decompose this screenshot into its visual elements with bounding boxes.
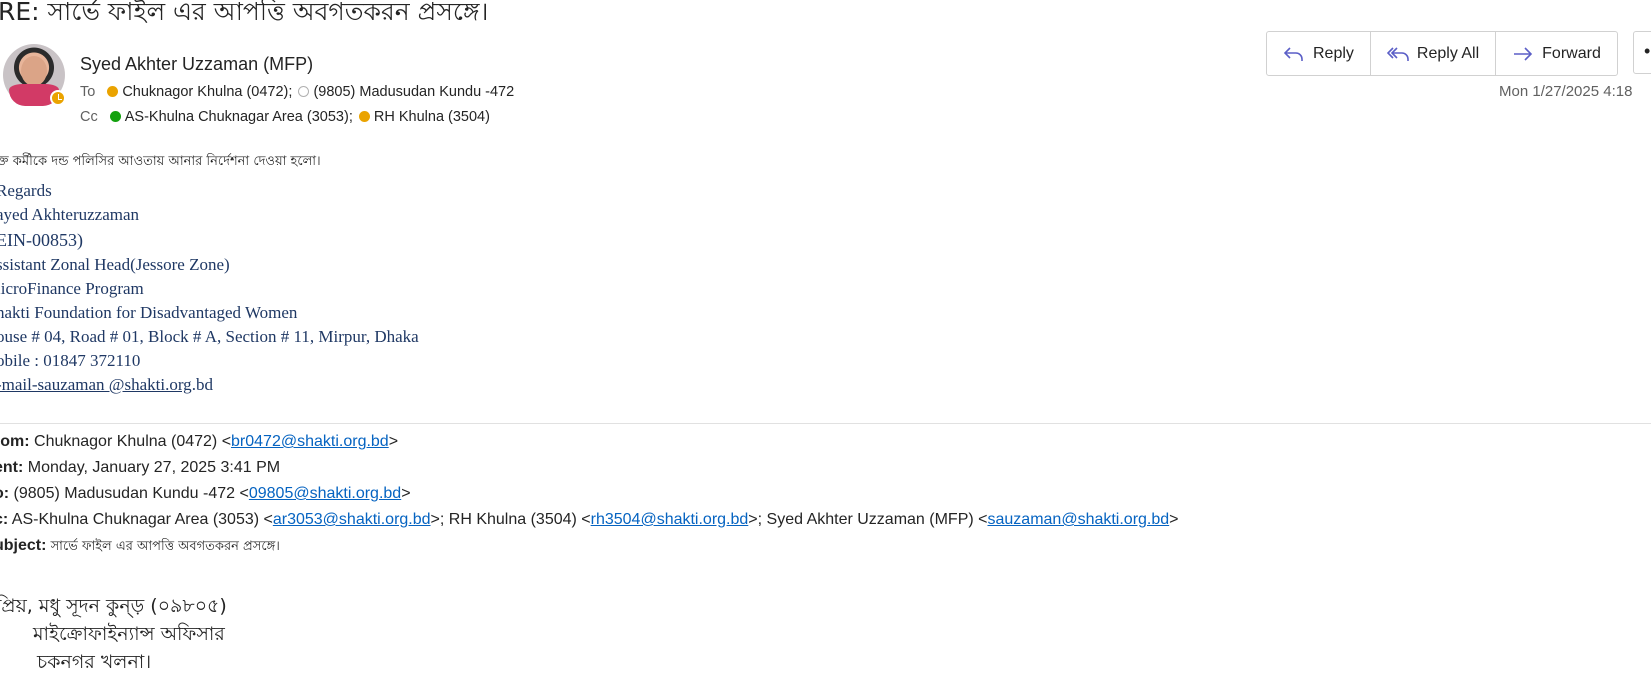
original-cc: c: AS-Khulna Chuknagar Area (3053) <ar30… — [0, 511, 1179, 529]
to-email-link[interactable]: 09805@shakti.org.bd — [249, 485, 401, 502]
more-actions-button[interactable]: • — [1633, 31, 1651, 74]
message-date: Mon 1/27/2025 4:18 — [1499, 83, 1633, 100]
cc-email-link-3[interactable]: sauzaman@shakti.org.bd — [988, 511, 1170, 528]
forward-button[interactable]: Forward — [1496, 32, 1617, 75]
signature-line: ouse # 04, Road # 01, Block # A, Section… — [0, 327, 419, 346]
reply-all-icon — [1386, 46, 1409, 61]
signature-email: -mail-sauzaman @shakti.org.bd — [0, 375, 213, 395]
sender-name[interactable]: Syed Akhter Uzzaman (MFP) — [80, 54, 313, 75]
greeting-line: চকনগর খলনা। — [37, 651, 152, 673]
reply-label: Reply — [1313, 44, 1354, 62]
reply-all-label: Reply All — [1416, 44, 1480, 62]
cc-email-link-1[interactable]: ar3053@shakti.org.bd — [273, 511, 431, 528]
bracket-close: > — [401, 485, 411, 502]
divider — [0, 423, 1651, 424]
from-name: Chuknagor Khulna (0472) < — [29, 433, 232, 450]
status-available-icon — [109, 111, 121, 122]
subject-value-original: সার্ভে ফাইল এর আপত্তি অবগতকরন প্রসঙ্গে। — [46, 539, 280, 554]
to-label: To — [80, 84, 96, 100]
original-subject: ubject: সার্ভে ফাইল এর আপত্তি অবগতকরন প্… — [0, 537, 280, 558]
recipient-to-1[interactable]: Chuknagor Khulna (0472); — [122, 84, 292, 100]
reply-icon — [1283, 46, 1303, 61]
presence-away-icon — [50, 90, 66, 106]
email-subject: RE: সার্ভে ফাইল এর আপত্তি অবগতকরন প্রসঙ্… — [0, 0, 489, 26]
status-away-icon — [107, 86, 119, 97]
from-email-link[interactable]: br0472@shakti.org.bd — [231, 433, 389, 450]
signature-line: Regards — [0, 181, 52, 200]
cc-label-original: c: — [0, 511, 9, 528]
to-label-original: o: — [0, 485, 10, 502]
recipient-cc-1[interactable]: AS-Khulna Chuknagar Area (3053); — [125, 109, 353, 125]
message-actions: Reply Reply All Forward — [1266, 31, 1618, 76]
sent-value: Monday, January 27, 2025 3:41 PM — [23, 459, 281, 476]
bracket-close: > — [1169, 511, 1179, 528]
forward-icon — [1514, 46, 1533, 61]
signature-line: obile : 01847 372110 — [0, 351, 141, 370]
bracket-close: > — [388, 433, 399, 450]
avatar-face — [21, 56, 47, 86]
cc-label: Cc — [80, 109, 98, 125]
signature-email-tail: .bd — [191, 375, 213, 394]
reply-button[interactable]: Reply — [1267, 32, 1371, 75]
signature-line: licroFinance Program — [0, 279, 144, 298]
subject-label-original: ubject: — [0, 537, 47, 554]
to-line: To Chuknagor Khulna (0472); (9805) Madusu… — [80, 84, 514, 100]
recipient-to-2[interactable]: (9805) Madusudan Kundu -472 — [313, 84, 514, 100]
forward-label: Forward — [1542, 44, 1601, 62]
original-sent: ent: Monday, January 27, 2025 3:41 PM — [0, 459, 280, 477]
cc-name-3: >; Syed Akhter Uzzaman (MFP) < — [748, 511, 988, 528]
cc-name-1: AS-Khulna Chuknagar Area (3053) < — [8, 511, 273, 528]
original-to: o: (9805) Madusudan Kundu -472 <09805@sh… — [0, 485, 411, 503]
status-away-icon — [358, 111, 370, 122]
signature-email-link[interactable]: -mail-sauzaman @shakti.org — [0, 375, 192, 394]
signature-line: EIN-00853) — [0, 230, 83, 250]
body-text: ক্ত কর্মীকে দন্ড পলিসির আওতায় আনার নির্… — [0, 154, 321, 169]
reply-all-button[interactable]: Reply All — [1371, 32, 1497, 75]
signature-line: ssistant Zonal Head(Jessore Zone) — [0, 255, 230, 274]
status-offline-icon — [298, 86, 310, 97]
cc-email-link-2[interactable]: rh3504@shakti.org.bd — [591, 511, 749, 528]
sender-avatar[interactable] — [3, 44, 66, 106]
sent-label: ent: — [0, 459, 24, 476]
signature-line: hakti Foundation for Disadvantaged Women — [0, 303, 298, 322]
to-name: (9805) Madusudan Kundu -472 < — [9, 485, 249, 502]
original-from: rom: Chuknagor Khulna (0472) <br0472@sha… — [0, 433, 398, 451]
from-label: rom: — [0, 433, 30, 450]
recipient-cc-2[interactable]: RH Khulna (3504) — [374, 109, 490, 125]
cc-line: Cc AS-Khulna Chuknagar Area (3053); RH Kh… — [80, 109, 490, 125]
signature-line: ayed Akhteruzzaman — [0, 205, 140, 224]
cc-name-2: >; RH Khulna (3504) < — [430, 511, 591, 528]
